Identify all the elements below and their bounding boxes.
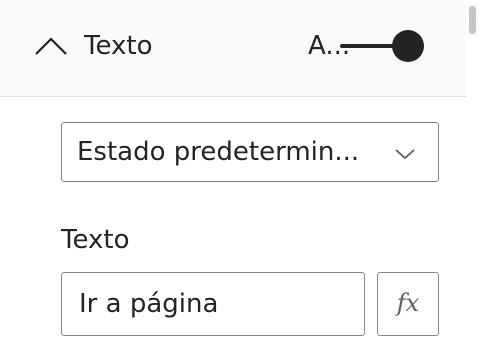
state-dropdown-value: Estado predetermin... [77,137,360,167]
scrollbar-thumb[interactable] [469,6,476,34]
text-input[interactable] [61,272,365,336]
format-pane: Texto A... Estado predetermin... Texto f… [0,0,466,352]
chevron-down-icon [394,146,416,160]
toggle-knob [392,30,424,62]
section-title: Texto [84,31,153,61]
fx-icon: fx [396,289,420,317]
vertical-scrollbar[interactable] [466,0,479,352]
text-section-header[interactable]: Texto A... [0,0,466,97]
fx-button[interactable]: fx [377,272,439,336]
text-toggle[interactable] [340,30,426,62]
chevron-up-icon[interactable] [34,34,68,58]
text-field-label: Texto [61,225,130,255]
state-dropdown[interactable]: Estado predetermin... [61,122,439,182]
